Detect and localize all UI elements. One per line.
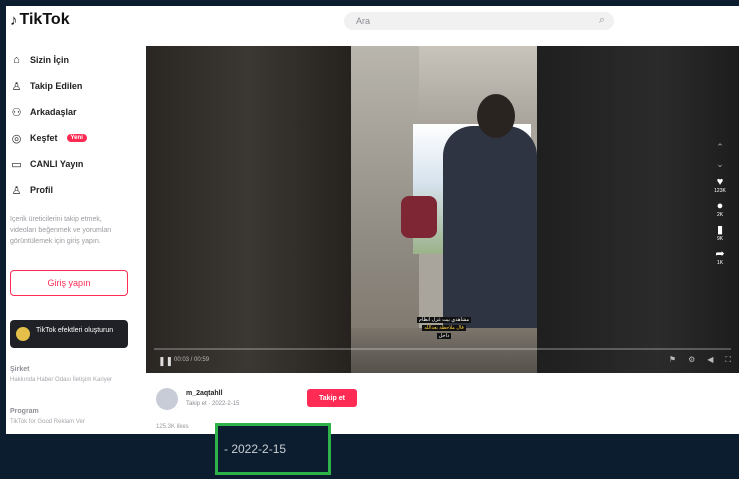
effects-icon: [16, 327, 30, 341]
following-icon: ♙: [11, 80, 22, 93]
video-blur-left: [146, 46, 351, 373]
live-icon: ▭: [11, 158, 22, 171]
progress-bar[interactable]: [154, 348, 731, 350]
sidebar-item-profile[interactable]: ♙ Profil: [10, 182, 53, 198]
footer-links-company[interactable]: Hakkında Haber Odası İletişim Kariyer: [10, 376, 128, 385]
scene-head: [477, 94, 515, 138]
sidebar-item-live[interactable]: ▭ CANLI Yayın: [10, 156, 83, 172]
caption-line-2: قال ملاحظة بعدالله: [422, 325, 466, 331]
tiktok-logo[interactable]: ♪ TikTok: [10, 11, 70, 29]
footer-heading-company[interactable]: Şirket: [10, 366, 29, 373]
comment-icon[interactable]: ●: [717, 200, 724, 212]
share-count: 1K: [716, 260, 724, 266]
new-badge: Yeni: [66, 134, 87, 142]
comment-count: 2K: [716, 212, 724, 218]
author-meta: Takip et · 2022-2-15: [186, 401, 240, 407]
footer-heading-program[interactable]: Program: [10, 408, 39, 415]
chevron-down-icon[interactable]: ⌄: [716, 159, 724, 170]
fullscreen-icon[interactable]: ⛶: [725, 355, 731, 365]
search-placeholder: Ara: [356, 16, 371, 26]
share-icon[interactable]: ➦: [715, 248, 724, 260]
profile-icon: ♙: [11, 184, 22, 197]
video-caption: مشاهدي بيت غزل انظام قال ملاحظة بعدالله …: [389, 316, 499, 340]
home-icon: ⌂: [13, 54, 20, 66]
sidebar: ⌂ Sizin İçin ♙ Takip Edilen ⚇ Arkadaşlar…: [6, 46, 141, 434]
tiktok-note-icon: ♪: [10, 11, 18, 29]
like-count: 123K: [714, 188, 726, 194]
avatar[interactable]: [156, 388, 178, 410]
date-highlight-box: - 2022-2-15: [215, 423, 331, 475]
settings-icon[interactable]: ⚙: [688, 355, 695, 365]
caption-line-1: مشاهدي بيت غزل انظام: [416, 317, 472, 323]
chevron-up-icon[interactable]: ⌃: [716, 142, 724, 153]
login-hint: Içerik üreticilerini takip etmek, videol…: [10, 216, 112, 245]
logo-text: TikTok: [19, 11, 70, 28]
sidebar-item-label: Takip Edilen: [30, 81, 83, 91]
sidebar-item-label: Sizin İçin: [30, 55, 70, 65]
author-username[interactable]: m_2aqtahll: [186, 390, 223, 397]
sidebar-item-label: CANLI Yayın: [30, 159, 84, 169]
volume-icon[interactable]: ◀: [707, 355, 713, 365]
flag-icon[interactable]: ⚑: [669, 355, 676, 365]
effects-banner[interactable]: TikTok efektleri oluşturun: [10, 320, 128, 348]
video-stats: 125.3K likes: [156, 424, 189, 430]
sidebar-item-label: Profil: [30, 185, 54, 195]
highlight-date: - 2022-2-15: [224, 442, 287, 456]
bookmark-count: 9K: [716, 236, 724, 242]
search-input[interactable]: Ara ⌕: [344, 12, 614, 30]
sidebar-item-following[interactable]: ♙ Takip Edilen: [10, 78, 83, 94]
effects-banner-text: TikTok efektleri oluşturun: [36, 327, 114, 334]
login-button[interactable]: Giriş yapın: [10, 270, 128, 296]
video-frame[interactable]: مشاهدي بيت غزل انظام قال ملاحظة بعدالله …: [351, 46, 537, 373]
time-display: 00:03 / 00:59: [174, 357, 210, 363]
follow-button[interactable]: Takip et: [307, 389, 357, 407]
video-player[interactable]: مشاهدي بيت غزل انظام قال ملاحظة بعدالله …: [146, 46, 739, 373]
sidebar-item-explore[interactable]: ◎ Keşfet Yeni: [10, 130, 87, 146]
sidebar-item-friends[interactable]: ⚇ Arkadaşlar: [10, 104, 77, 120]
caption-sub: داخل: [436, 333, 452, 339]
author-bar: m_2aqtahll Takip et · 2022-2-15 Takip et: [154, 384, 454, 414]
control-icons: ⚑ ⚙ ◀ ⛶: [669, 355, 731, 365]
explore-icon: ◎: [11, 132, 22, 145]
scene-child: [401, 196, 437, 238]
sidebar-item-label: Arkadaşlar: [30, 107, 77, 117]
scene-ceiling: [411, 46, 537, 126]
search-icon[interactable]: ⌕: [599, 14, 605, 27]
sidebar-item-label: Keşfet: [30, 133, 58, 143]
player-controls: ❚❚ 00:03 / 00:59 ⚑ ⚙ ◀ ⛶: [146, 346, 739, 373]
sidebar-item-for-you[interactable]: ⌂ Sizin İçin: [10, 52, 69, 68]
action-bar: ⌃ ⌄ ♥ 123K ● 2K ▮ 9K ➦ 1K: [709, 142, 731, 272]
bookmark-icon[interactable]: ▮: [717, 224, 723, 236]
footer-links-program[interactable]: TikTok for Good Reklam Ver: [10, 418, 128, 427]
top-bar: ♪ TikTok Ara ⌕: [6, 6, 739, 36]
friends-icon: ⚇: [11, 106, 22, 119]
pause-icon[interactable]: ❚❚: [158, 356, 173, 367]
heart-icon[interactable]: ♥: [717, 176, 724, 188]
tiktok-window: ♪ TikTok Ara ⌕ ⌂ Sizin İçin ♙ Takip Edil…: [6, 6, 739, 434]
